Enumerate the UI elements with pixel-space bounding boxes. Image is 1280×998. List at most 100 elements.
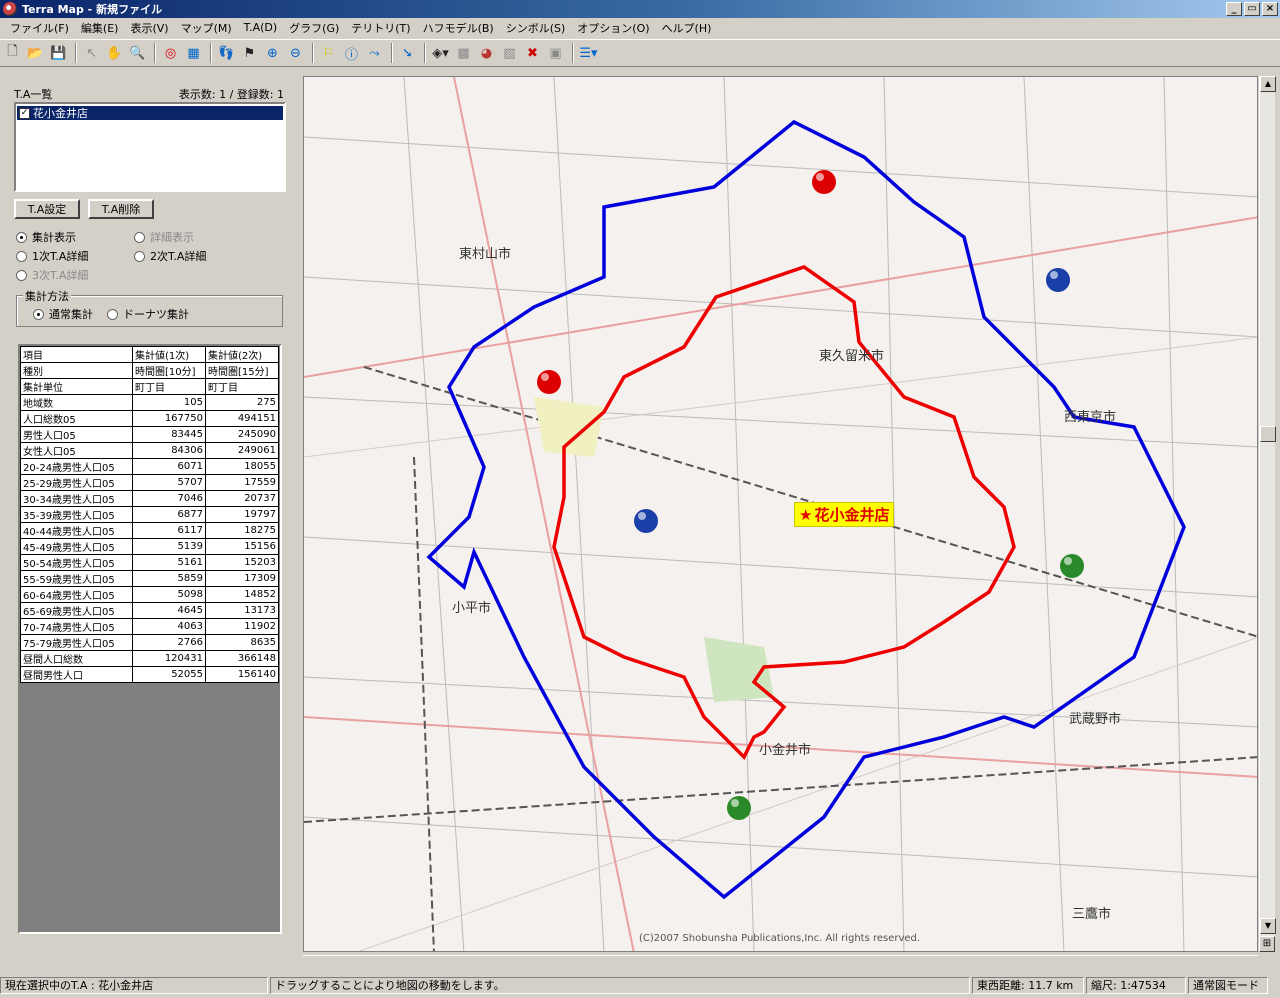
radio-normal-aggregation[interactable]: 通常集計 (33, 306, 93, 322)
info-icon[interactable]: ⓘ (341, 43, 362, 64)
table-cell: 時間圏[10分] (132, 362, 206, 379)
toolbar-separator (75, 43, 77, 63)
table-row: 35-39歳男性人口05 6877 19797 (20, 506, 279, 523)
table-cell: 昼間男性人口 (20, 666, 133, 683)
symbol-icon[interactable]: ▧ (499, 43, 520, 64)
radio-dot (16, 250, 27, 262)
table-cell: 17559 (205, 474, 279, 491)
table-cell: 5098 (132, 586, 206, 603)
scroll-thumb[interactable] (1260, 426, 1276, 442)
cross-icon[interactable]: ✖ (522, 43, 543, 64)
radio-third-detail[interactable]: 3次T.A詳細 (16, 267, 88, 283)
radio-first-detail[interactable]: 1次T.A詳細 (16, 248, 88, 264)
table-row: 女性人口05 84306 249061 (20, 442, 279, 459)
zoom-out-icon[interactable]: ⊖ (285, 43, 306, 64)
vertical-scrollbar[interactable]: ▲ ▼ (1259, 76, 1276, 952)
menu-symbol[interactable]: シンボル(S) (500, 20, 572, 36)
table-cell: 40-44歳男性人口05 (20, 522, 133, 539)
city-label: 小金井市 (759, 743, 812, 758)
maximize-button[interactable]: ▭ (1244, 2, 1260, 16)
status-current-ta: 現在選択中のT.A : 花小金井店 (0, 976, 268, 994)
table-cell: 女性人口05 (20, 442, 133, 459)
road-network (304, 77, 1257, 951)
store-name: 花小金井店 (814, 506, 890, 524)
signpost-icon[interactable]: ⚑ (239, 43, 260, 64)
target-icon[interactable]: ◎ (160, 43, 181, 64)
table-row: 40-44歳男性人口05 6117 18275 (20, 522, 279, 539)
footprints-icon[interactable]: 👣 (216, 43, 237, 64)
city-label: 武蔵野市 (1069, 712, 1122, 727)
open-folder-icon[interactable]: 📂 (25, 43, 46, 64)
grid-icon[interactable]: ▩ (453, 43, 474, 64)
fullscreen-icon[interactable]: ⊞ (1259, 936, 1275, 952)
map-canvas[interactable] (304, 77, 1258, 952)
close-button[interactable]: × (1262, 2, 1278, 16)
scroll-up-icon[interactable]: ▲ (1260, 76, 1276, 92)
table-cell: 65-69歳男性人口05 (20, 602, 133, 619)
radio-dot (33, 308, 44, 320)
menu-file[interactable]: ファイル(F) (4, 20, 75, 36)
save-icon[interactable]: 💾 (48, 43, 69, 64)
magnifier-icon[interactable]: 🔍 (127, 43, 148, 64)
table-row: 65-69歳男性人口05 4645 13173 (20, 602, 279, 619)
status-scale: 縮尺: 1:47534 (1086, 976, 1186, 994)
radio-dot (16, 269, 27, 281)
menu-huff-model[interactable]: ハフモデル(B) (417, 20, 500, 36)
statistics-table-panel: 項目 集計値(1次) 集計値(2次) 種別 時間圏[10分] 時間圏[15分] 集計単… (18, 344, 282, 934)
list-icon[interactable]: ☰▾ (578, 43, 599, 64)
menu-ta[interactable]: T.A(D) (238, 21, 284, 34)
hand-pan-icon[interactable]: ✋ (104, 43, 125, 64)
ta-list-item[interactable]: ✓ 花小金井店 (17, 106, 283, 120)
menu-option[interactable]: オプション(O) (571, 20, 655, 36)
menu-territory[interactable]: テリトリ(T) (345, 20, 416, 36)
table-cell: 時間圏[15分] (205, 362, 279, 379)
table-row: 70-74歳男性人口05 4063 11902 (20, 618, 279, 635)
horizontal-scrollbar[interactable] (303, 955, 1258, 969)
new-file-icon[interactable]: 🗋 (2, 43, 23, 64)
radio-summary[interactable]: 集計表示 (16, 229, 76, 245)
table-cell: 4645 (132, 602, 206, 619)
ta-item-checkbox[interactable]: ✓ (19, 107, 30, 119)
tag-icon[interactable]: ◈▾ (430, 43, 451, 64)
select-arrow-icon[interactable]: ↖ (81, 43, 102, 64)
radio-second-detail[interactable]: 2次T.A詳細 (134, 248, 206, 264)
radio-dot (16, 231, 27, 243)
route-icon[interactable]: ⤳ (364, 43, 385, 64)
minimize-button[interactable]: _ (1226, 2, 1242, 16)
ta-set-button[interactable]: T.A設定 (14, 199, 80, 219)
chart-icon[interactable]: ◕ (476, 43, 497, 64)
table-cell: 156140 (205, 666, 279, 683)
table-cell: 13173 (205, 602, 279, 619)
menu-edit[interactable]: 編集(E) (75, 20, 125, 36)
map-view[interactable]: 東村山市 東久留米市 西東京市 小平市 小金井市 武蔵野市 三鷹市 ★ 花小金井… (303, 76, 1258, 952)
zoom-in-icon[interactable]: ⊕ (262, 43, 283, 64)
radio-donut-aggregation[interactable]: ドーナツ集計 (107, 306, 189, 322)
menu-view[interactable]: 表示(V) (124, 20, 174, 36)
table-cell: 18275 (205, 522, 279, 539)
radio-detail[interactable]: 詳細表示 (134, 229, 194, 245)
scroll-down-icon[interactable]: ▼ (1260, 918, 1276, 934)
store-marker[interactable]: ★ 花小金井店 (794, 502, 895, 527)
toolbar-separator (312, 43, 314, 63)
export-icon[interactable]: ▣ (545, 43, 566, 64)
menu-bar: ファイル(F) 編集(E) 表示(V) マップ(M) T.A(D) グラフ(G)… (0, 18, 1280, 37)
railway-lines (304, 366, 1257, 951)
table-cell: 50-54歳男性人口05 (20, 554, 133, 571)
table-cell: 19797 (205, 506, 279, 523)
table-row: 75-79歳男性人口05 2766 8635 (20, 634, 279, 651)
calculator-icon[interactable]: ▦ (183, 43, 204, 64)
app-icon (3, 2, 17, 16)
table-row: 男性人口05 83445 245090 (20, 426, 279, 443)
table-cell: 6071 (132, 458, 206, 475)
menu-graph[interactable]: グラフ(G) (283, 20, 345, 36)
toolbar: 🗋 📂 💾 ↖ ✋ 🔍 ◎ ▦ 👣 ⚑ ⊕ ⊖ ⚐ ⓘ ⤳ ➘ ◈▾ ▩ ◕ ▧… (0, 39, 1280, 67)
menu-map[interactable]: マップ(M) (175, 20, 238, 36)
menu-help[interactable]: ヘルプ(H) (656, 20, 718, 36)
flag-icon[interactable]: ⚐ (318, 43, 339, 64)
table-row: 20-24歳男性人口05 6071 18055 (20, 458, 279, 475)
toolbar-separator (424, 43, 426, 63)
ta-delete-button[interactable]: T.A削除 (88, 199, 154, 219)
ta-list[interactable]: ✓ 花小金井店 (14, 102, 286, 192)
arrow-down-icon[interactable]: ➘ (397, 43, 418, 64)
table-cell: 5161 (132, 554, 206, 571)
